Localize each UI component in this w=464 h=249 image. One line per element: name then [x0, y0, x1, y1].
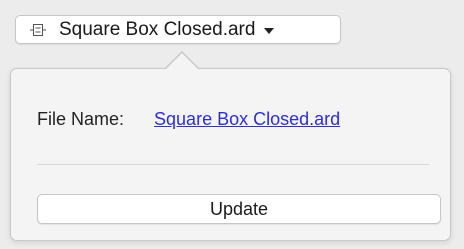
popover-arrow — [166, 53, 198, 69]
document-title-label: Square Box Closed.ard — [59, 18, 256, 40]
chevron-down-icon — [264, 27, 275, 34]
file-name-link[interactable]: Square Box Closed.ard — [154, 109, 340, 130]
document-title-button[interactable]: Square Box Closed.ard — [15, 15, 341, 44]
update-button[interactable]: Update — [37, 194, 441, 224]
divider — [37, 164, 429, 165]
file-name-label: File Name: — [37, 109, 125, 129]
file-name-row: File Name: Square Box Closed.ard — [37, 109, 340, 130]
document-proxy-icon — [29, 23, 47, 37]
